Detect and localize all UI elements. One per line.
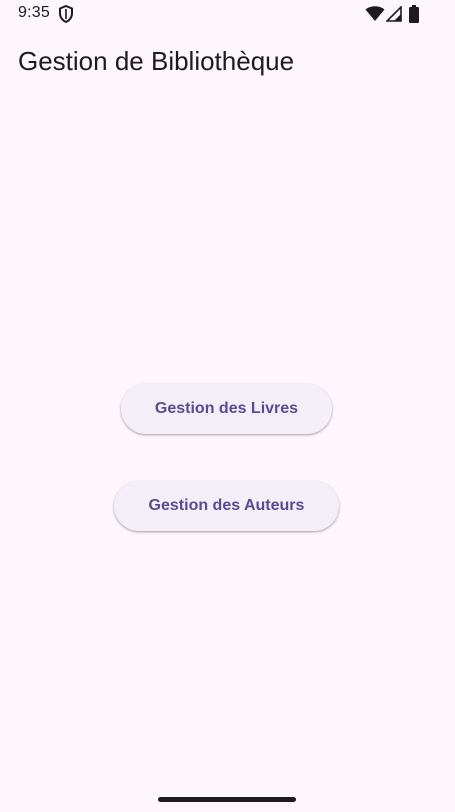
gestion-auteurs-button[interactable]: Gestion des Auteurs xyxy=(114,481,339,531)
shield-icon xyxy=(58,4,74,24)
gestion-livres-button[interactable]: Gestion des Livres xyxy=(121,384,332,434)
signal-icon xyxy=(385,5,402,22)
wifi-icon xyxy=(365,6,385,22)
status-time: 9:35 xyxy=(18,4,50,21)
status-icons xyxy=(365,5,425,23)
status-bar: 9:35 xyxy=(0,0,455,28)
gesture-navigation-handle[interactable] xyxy=(158,797,296,802)
battery-icon xyxy=(408,5,420,23)
page-title: Gestion de Bibliothèque xyxy=(18,46,295,76)
